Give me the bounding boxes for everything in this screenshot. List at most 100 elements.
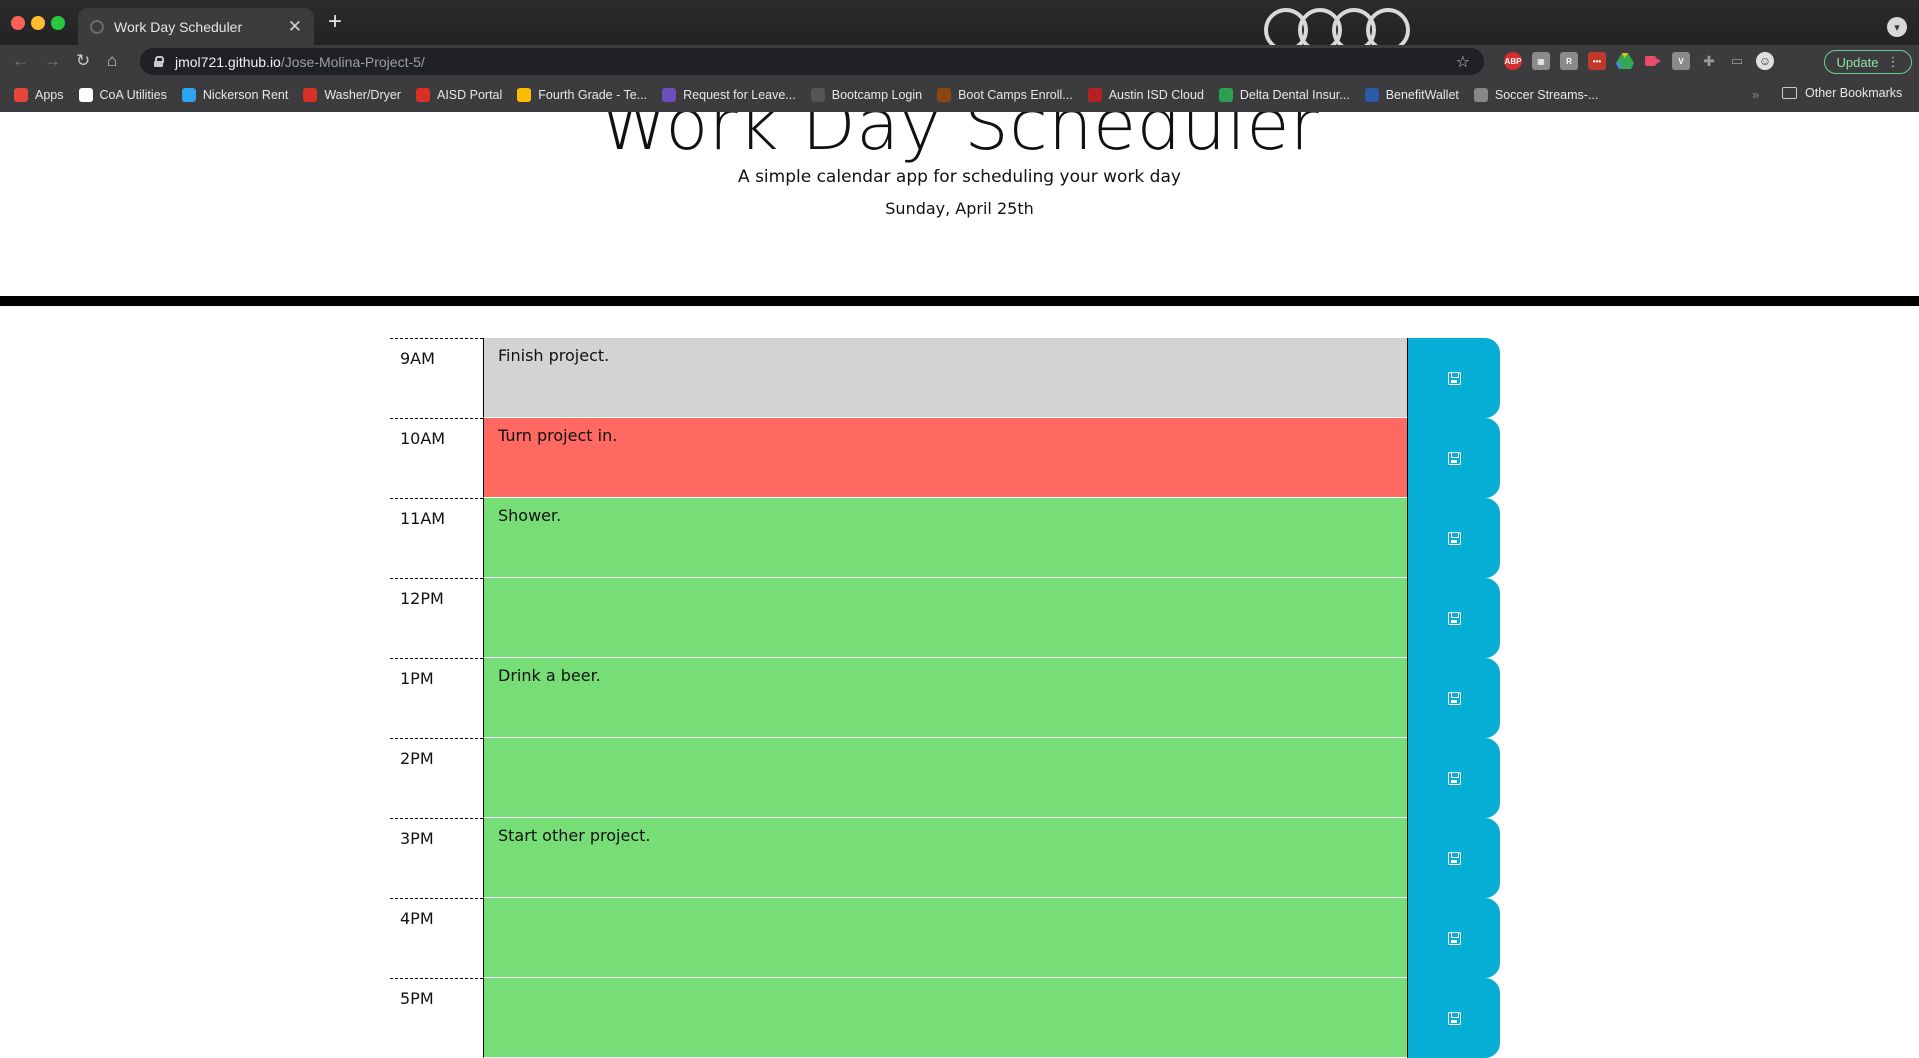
browser-tab-bar: Work Day Scheduler ✕ + ▾ (0, 0, 1919, 46)
hour-label: 11AM (390, 498, 483, 578)
back-arrow-icon[interactable]: ← (12, 51, 29, 71)
bookmark-item[interactable]: Delta Dental Insur... (1218, 88, 1350, 102)
bookmark-label: Nickerson Rent (202, 88, 289, 102)
bookmark-item[interactable]: Fourth Grade - Te... (517, 88, 647, 102)
hour-label: 5PM (390, 978, 483, 1058)
bookmark-item[interactable]: Washer/Dryer (303, 88, 401, 102)
page-lead: A simple calendar app for scheduling you… (738, 167, 1181, 187)
bookmark-star-icon[interactable]: ☆ (1456, 52, 1470, 72)
bookmark-favicon-icon (78, 88, 93, 102)
event-description-input[interactable] (483, 738, 1407, 818)
save-icon (1447, 771, 1461, 785)
bookmark-item[interactable]: CoA Utilities (78, 88, 167, 102)
extension-icon[interactable] (1644, 52, 1662, 70)
event-description-input[interactable]: Shower. (483, 498, 1407, 578)
url-path: /Jose-Molina-Project-5/ (280, 53, 425, 70)
hour-label: 1PM (390, 658, 483, 738)
extension-icon[interactable]: V (1672, 52, 1690, 70)
save-button[interactable] (1407, 338, 1500, 418)
forward-arrow-icon[interactable]: → (44, 51, 61, 71)
bookmark-item[interactable]: Soccer Streams-... (1473, 88, 1598, 102)
audi-rings-icon (1264, 8, 1410, 46)
google-drive-icon[interactable] (1616, 52, 1634, 70)
home-icon[interactable]: ⌂ (107, 51, 117, 71)
bookmark-favicon-icon (1218, 88, 1233, 102)
save-icon (1447, 531, 1461, 545)
bookmark-item[interactable]: AISD Portal (415, 88, 502, 102)
tab-title: Work Day Scheduler (114, 18, 243, 35)
window-minimize-button[interactable] (31, 16, 45, 30)
window-zoom-button[interactable] (51, 16, 65, 30)
hour-label: 9AM (390, 338, 483, 418)
profile-avatar-icon[interactable]: ☺ (1756, 52, 1774, 70)
save-icon (1447, 451, 1461, 465)
event-description-input[interactable]: Start other project. (483, 818, 1407, 898)
bookmark-label: Request for Leave... (683, 88, 796, 102)
adblock-plus-icon[interactable]: ABP (1504, 52, 1522, 70)
bookmark-favicon-icon (303, 88, 318, 102)
save-icon (1447, 611, 1461, 625)
time-block-row: 10AM Turn project in. (390, 418, 1500, 498)
save-button[interactable] (1407, 738, 1500, 818)
save-button[interactable] (1407, 498, 1500, 578)
more-vert-icon: ⋮ (1886, 54, 1900, 69)
save-button[interactable] (1407, 978, 1500, 1058)
new-tab-button[interactable]: + (328, 10, 342, 34)
address-bar[interactable]: jmol721.github.io /Jose-Molina-Project-5… (140, 48, 1484, 75)
browser-tab[interactable]: Work Day Scheduler ✕ (78, 8, 314, 45)
time-block-row: 2PM (390, 738, 1500, 818)
close-icon[interactable]: ✕ (288, 18, 302, 35)
reload-icon[interactable]: ↻ (76, 51, 90, 71)
extension-icon[interactable]: R (1560, 52, 1578, 70)
update-button[interactable]: Update ⋮ (1824, 50, 1912, 74)
window-close-button[interactable] (11, 16, 25, 30)
event-description-input[interactable]: Finish project. (483, 338, 1407, 418)
bookmark-favicon-icon (810, 88, 825, 102)
globe-icon (90, 19, 104, 34)
cast-icon[interactable]: ▭ (1728, 52, 1746, 70)
current-day: Sunday, April 25th (885, 199, 1034, 218)
other-bookmarks-folder[interactable]: Other Bookmarks (1782, 86, 1902, 100)
extensions-area: ABP ▦ R ••• V ✚ ▭ ☺ (1504, 52, 1774, 70)
bookmark-item[interactable]: Boot Camps Enroll... (937, 88, 1073, 102)
update-label: Update (1836, 54, 1879, 70)
time-block-row: 3PM Start other project. (390, 818, 1500, 898)
save-button[interactable] (1407, 658, 1500, 738)
event-description-input[interactable]: Drink a beer. (483, 658, 1407, 738)
event-description-input[interactable] (483, 978, 1407, 1058)
bookmark-label: Austin ISD Cloud (1108, 88, 1204, 102)
hour-label: 10AM (390, 418, 483, 498)
event-description-input[interactable] (483, 578, 1407, 658)
time-block-container: 9AM Finish project. 10AM Turn project in. 11… (390, 338, 1500, 1058)
bookmarks-overflow-icon[interactable]: » (1752, 87, 1759, 102)
bookmark-label: CoA Utilities (99, 88, 167, 102)
save-button[interactable] (1407, 578, 1500, 658)
tab-search-icon[interactable]: ▾ (1887, 17, 1907, 37)
bookmark-item[interactable]: Apps (14, 88, 64, 102)
extension-icon[interactable]: ••• (1588, 52, 1606, 70)
page-title: Work Day Scheduler (599, 112, 1320, 166)
save-button[interactable] (1407, 818, 1500, 898)
folder-icon (1782, 87, 1797, 99)
hour-label: 12PM (390, 578, 483, 658)
event-description-input[interactable]: Turn project in. (483, 418, 1407, 498)
bookmarks-bar: Apps CoA Utilities Nickerson Rent Washer/Dr… (0, 78, 1919, 112)
bookmark-item[interactable]: BenefitWallet (1364, 88, 1459, 102)
hour-label: 2PM (390, 738, 483, 818)
bookmark-label: Fourth Grade - Te... (538, 88, 648, 102)
time-block-row: 11AM Shower. (390, 498, 1500, 578)
bookmark-label: Boot Camps Enroll... (958, 88, 1073, 102)
lock-icon[interactable] (154, 56, 164, 67)
bookmark-item[interactable]: Nickerson Rent (181, 88, 289, 102)
bookmark-item[interactable]: Austin ISD Cloud (1087, 88, 1204, 102)
event-description-input[interactable] (483, 898, 1407, 978)
save-button[interactable] (1407, 898, 1500, 978)
save-button[interactable] (1407, 418, 1500, 498)
save-icon (1447, 371, 1461, 385)
url-host: jmol721.github.io (175, 53, 281, 70)
bookmark-item[interactable]: Request for Leave... (662, 88, 796, 102)
puzzle-icon[interactable]: ✚ (1700, 52, 1718, 70)
browser-toolbar: ← → ↻ ⌂ jmol721.github.io /Jose-Molina-P… (0, 45, 1919, 78)
extension-icon[interactable]: ▦ (1532, 52, 1550, 70)
bookmark-item[interactable]: Bootcamp Login (810, 88, 922, 102)
